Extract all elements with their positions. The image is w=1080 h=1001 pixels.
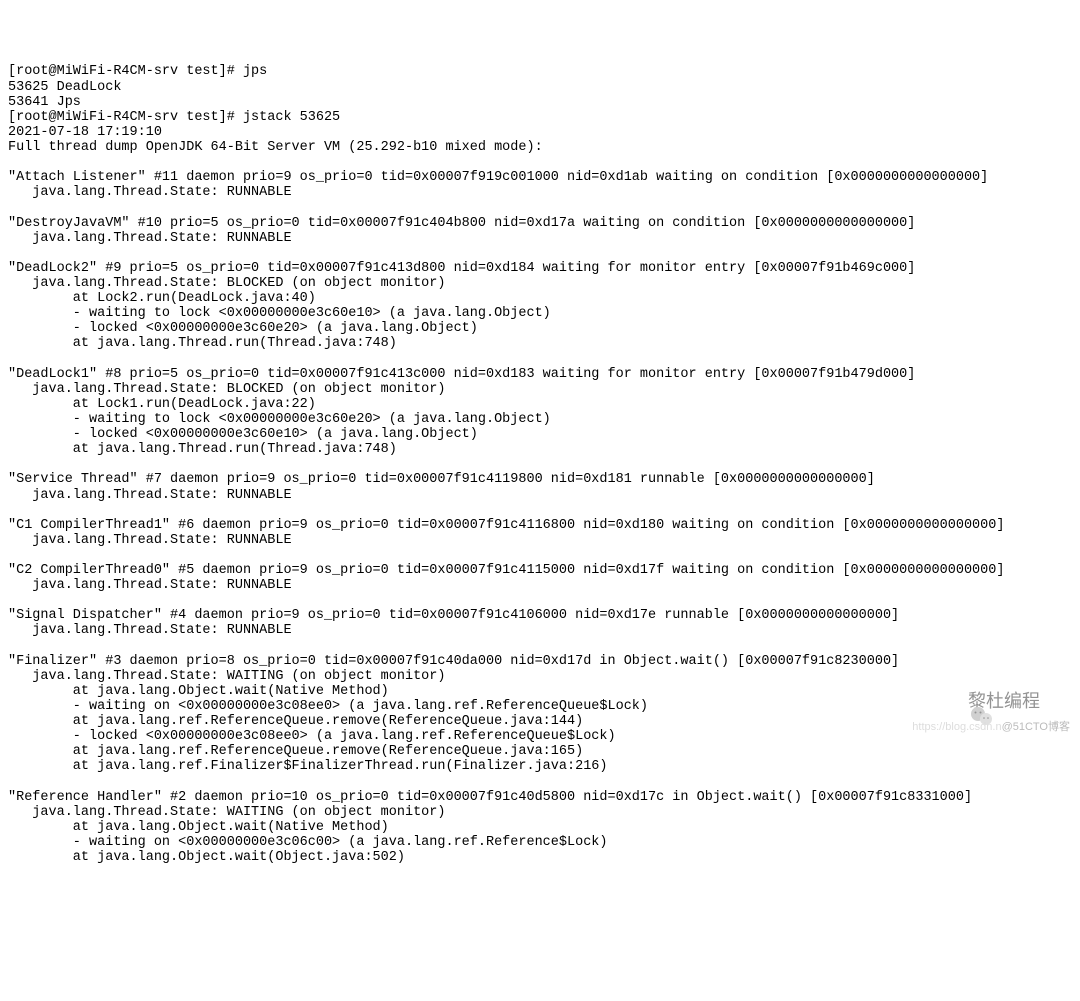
terminal-line [8,775,1072,790]
terminal-line: "Signal Dispatcher" #4 daemon prio=9 os_… [8,608,1072,623]
terminal-line: 53625 DeadLock [8,80,1072,95]
terminal-line: java.lang.Thread.State: BLOCKED (on obje… [8,276,1072,291]
terminal-line: 53641 Jps [8,95,1072,110]
terminal-line: - locked <0x00000000e3c60e20> (a java.la… [8,321,1072,336]
terminal-line: at java.lang.Object.wait(Native Method) [8,684,1072,699]
terminal-line: "DestroyJavaVM" #10 prio=5 os_prio=0 tid… [8,216,1072,231]
terminal-line: at java.lang.ref.ReferenceQueue.remove(R… [8,744,1072,759]
terminal-line: - waiting on <0x00000000e3c06c00> (a jav… [8,835,1072,850]
terminal-line: "DeadLock1" #8 prio=5 os_prio=0 tid=0x00… [8,367,1072,382]
terminal-line: at Lock2.run(DeadLock.java:40) [8,291,1072,306]
terminal-line: java.lang.Thread.State: RUNNABLE [8,533,1072,548]
terminal-line: at java.lang.ref.Finalizer$FinalizerThre… [8,759,1072,774]
terminal-line [8,548,1072,563]
watermark-csdn: https://blog.csdn.n@51CTO博客 [906,708,1070,733]
terminal-line: "Attach Listener" #11 daemon prio=9 os_p… [8,170,1072,185]
terminal-line: - waiting to lock <0x00000000e3c60e10> (… [8,306,1072,321]
terminal-line: at java.lang.Object.wait(Native Method) [8,820,1072,835]
terminal-line: java.lang.Thread.State: RUNNABLE [8,578,1072,593]
terminal-line: - locked <0x00000000e3c60e10> (a java.la… [8,427,1072,442]
terminal-line [8,155,1072,170]
terminal-line: "Service Thread" #7 daemon prio=9 os_pri… [8,472,1072,487]
terminal-line: Full thread dump OpenJDK 64-Bit Server V… [8,140,1072,155]
terminal-line [8,639,1072,654]
terminal-line: java.lang.Thread.State: WAITING (on obje… [8,805,1072,820]
terminal-line: java.lang.Thread.State: RUNNABLE [8,623,1072,638]
terminal-line: [root@MiWiFi-R4CM-srv test]# jstack 5362… [8,110,1072,125]
terminal-line: at Lock1.run(DeadLock.java:22) [8,397,1072,412]
terminal-output: [root@MiWiFi-R4CM-srv test]# jps53625 De… [8,64,1072,865]
terminal-line: 2021-07-18 17:19:10 [8,125,1072,140]
terminal-line: "Finalizer" #3 daemon prio=8 os_prio=0 t… [8,654,1072,669]
terminal-line: java.lang.Thread.State: RUNNABLE [8,488,1072,503]
terminal-line: "C2 CompilerThread0" #5 daemon prio=9 os… [8,563,1072,578]
watermark-url: https://blog.csdn.n [912,721,1001,733]
terminal-line: at java.lang.Thread.run(Thread.java:748) [8,336,1072,351]
watermark-text-2: @51CTO博客 [1002,721,1070,733]
terminal-line: java.lang.Thread.State: BLOCKED (on obje… [8,382,1072,397]
terminal-line: "C1 CompilerThread1" #6 daemon prio=9 os… [8,518,1072,533]
terminal-line: [root@MiWiFi-R4CM-srv test]# jps [8,64,1072,79]
terminal-line: java.lang.Thread.State: RUNNABLE [8,185,1072,200]
terminal-line: java.lang.Thread.State: RUNNABLE [8,231,1072,246]
terminal-line [8,503,1072,518]
terminal-line [8,352,1072,367]
terminal-line: "Reference Handler" #2 daemon prio=10 os… [8,790,1072,805]
terminal-line [8,593,1072,608]
terminal-line: "DeadLock2" #9 prio=5 os_prio=0 tid=0x00… [8,261,1072,276]
terminal-line: java.lang.Thread.State: WAITING (on obje… [8,669,1072,684]
terminal-line: at java.lang.Object.wait(Object.java:502… [8,850,1072,865]
terminal-line [8,200,1072,215]
terminal-line: - waiting to lock <0x00000000e3c60e20> (… [8,412,1072,427]
terminal-line [8,246,1072,261]
terminal-line: at java.lang.Thread.run(Thread.java:748) [8,442,1072,457]
terminal-line [8,457,1072,472]
